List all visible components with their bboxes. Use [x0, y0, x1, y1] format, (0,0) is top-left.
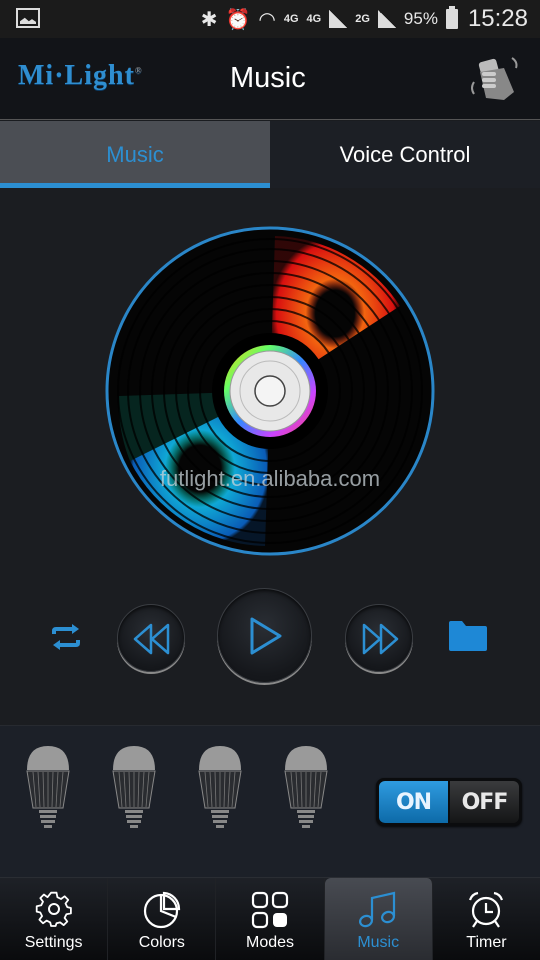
nav-music[interactable]: Music — [324, 878, 433, 960]
bulb-zone-3[interactable] — [197, 746, 243, 830]
battery-icon — [445, 6, 458, 29]
alarm-clock-icon — [469, 891, 504, 928]
rewind-button[interactable] — [117, 604, 185, 672]
bulb-zone-4[interactable] — [283, 746, 329, 830]
battery-percent: 95% — [403, 9, 438, 28]
nav-label: Timer — [466, 934, 507, 951]
clock: 15:28 — [467, 5, 528, 32]
nav-label: Colors — [138, 934, 185, 951]
image-notification-icon — [16, 8, 40, 28]
fast-forward-button[interactable] — [345, 604, 413, 672]
repeat-button[interactable] — [48, 622, 84, 652]
signal-icon — [329, 10, 348, 28]
bulb-zone-2[interactable] — [111, 746, 157, 830]
nav-label: Modes — [245, 934, 295, 951]
nav-modes[interactable]: Modes — [216, 878, 325, 960]
wifi-icon: ◠ — [258, 8, 276, 31]
off-button[interactable]: OFF — [450, 781, 519, 823]
nav-settings[interactable]: Settings — [0, 878, 109, 960]
nav-timer[interactable]: Timer — [433, 878, 540, 960]
milight-logo: Mi·Light® — [18, 60, 143, 91]
nav-label: Settings — [24, 934, 83, 951]
app-header: Mi·Light® Music — [0, 38, 540, 120]
play-button[interactable] — [217, 588, 312, 683]
on-off-switch: ON OFF — [376, 778, 522, 826]
tab-music[interactable]: Music — [0, 121, 270, 188]
zone-bar: ON OFF — [0, 725, 540, 877]
bottom-nav: Settings Colors Modes Music Timer — [0, 877, 540, 960]
watermark-text: futlight.en.alibaba.com — [159, 466, 381, 491]
nav-label: Music — [357, 934, 400, 951]
bulb-zone-1[interactable] — [25, 746, 71, 830]
signal-icon-2 — [377, 10, 396, 28]
tab-bar: Music Voice Control — [0, 121, 540, 188]
music-player: futlight.en.alibaba.com — [0, 188, 540, 725]
network-type-2: 4G — [306, 13, 322, 25]
on-button[interactable]: ON — [379, 781, 448, 823]
status-bar: ✱ ⏰ ◠ 4G 4G 2G 95% 15:28 — [0, 0, 540, 38]
alarm-icon: ⏰ — [225, 8, 251, 31]
bluetooth-icon: ✱ — [200, 8, 218, 31]
fast-forward-icon — [362, 623, 399, 655]
nav-colors[interactable]: Colors — [108, 878, 217, 960]
shake-phone-icon[interactable] — [468, 52, 522, 104]
play-icon — [250, 617, 282, 655]
folder-button[interactable] — [448, 620, 488, 652]
network-type: 4G — [283, 13, 299, 25]
network-type-3: 2G — [355, 13, 370, 25]
grid-icon — [251, 891, 289, 929]
tab-voice-control[interactable]: Voice Control — [270, 121, 540, 188]
playback-controls — [0, 586, 540, 686]
pie-chart-icon — [143, 891, 180, 929]
gear-icon — [35, 891, 72, 927]
page-title: Music — [230, 62, 306, 94]
vinyl-disc-image — [105, 226, 435, 556]
music-note-icon — [359, 891, 396, 928]
rewind-icon — [133, 623, 170, 655]
